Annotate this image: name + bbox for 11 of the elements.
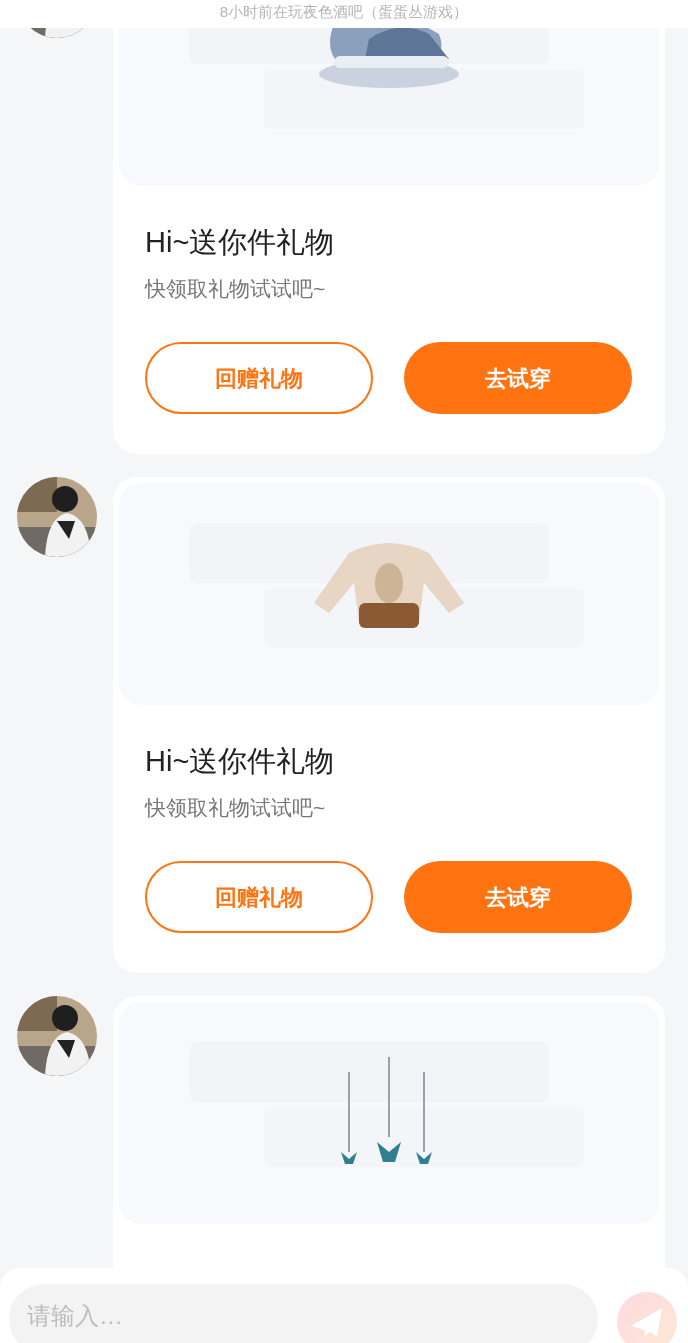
paper-plane-icon: [630, 1306, 664, 1338]
gift-back-button[interactable]: 回赠礼物: [145, 342, 373, 414]
try-on-button[interactable]: 去试穿: [404, 861, 632, 933]
gift-subtitle: 快领取礼物试试吧~: [145, 795, 327, 821]
send-button[interactable]: [617, 1292, 677, 1343]
gift-subtitle: 快领取礼物试试吧~: [145, 276, 327, 302]
gift-title: Hi~送你件礼物: [145, 225, 336, 260]
status-text: 8小时前在玩夜色酒吧（蛋蛋丛游戏）: [219, 2, 469, 22]
gift-title: Hi~送你件礼物: [145, 744, 336, 779]
gift-back-button[interactable]: 回赠礼物: [145, 861, 373, 933]
try-on-button[interactable]: 去试穿: [404, 342, 632, 414]
